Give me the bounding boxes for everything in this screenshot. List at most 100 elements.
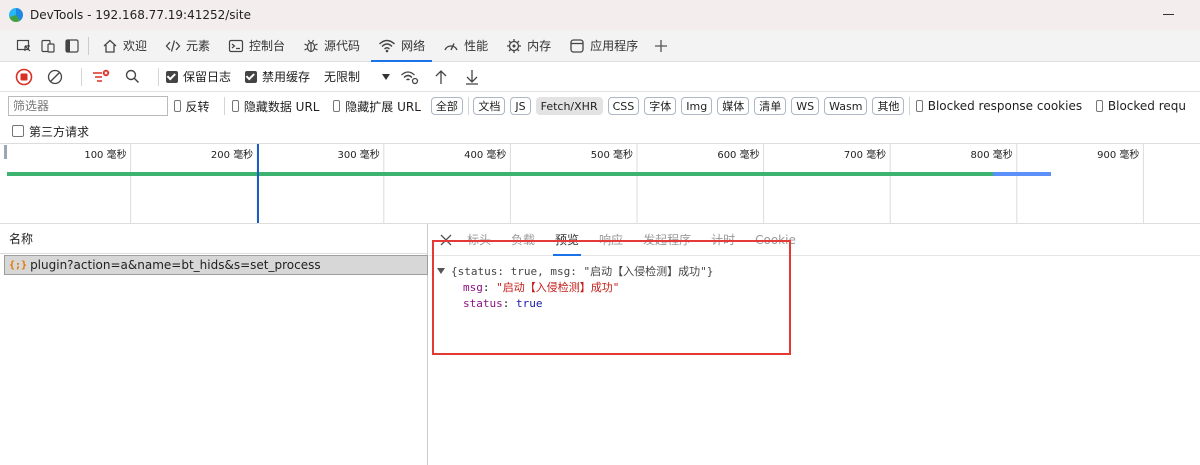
tab-label: 应用程序 (590, 39, 639, 53)
third-party-row: 第三方请求 (12, 122, 103, 140)
overview-waiting-bar (7, 172, 993, 176)
search-icon (125, 69, 139, 84)
xhr-icon: {;} (9, 259, 28, 271)
network-conditions-button[interactable] (398, 65, 422, 89)
request-list-panel: 名称 {;} plugin?action=a&name=bt_hids&s=se… (0, 224, 428, 465)
blocked-cookies-label: Blocked response cookies (927, 99, 1083, 113)
overview-tick-label: 600 毫秒 (717, 148, 759, 161)
tab-application[interactable]: 应用程序 (560, 30, 647, 62)
invert-label: 反转 (185, 99, 210, 114)
blocked-cookies-checkbox[interactable] (915, 100, 923, 112)
name-column-header[interactable]: 名称 (0, 224, 427, 254)
clear-button[interactable] (43, 65, 67, 89)
toolbar-separator (81, 67, 82, 86)
minimize-icon[interactable] (1163, 14, 1174, 15)
type-chip-ws[interactable]: WS (791, 97, 820, 115)
overview-tick-label: 900 毫秒 (1097, 148, 1139, 161)
type-chip-all[interactable]: 全部 (430, 97, 463, 115)
import-har-button[interactable] (429, 65, 453, 89)
preserve-log-checkbox[interactable] (166, 70, 178, 83)
chevron-down-icon (382, 73, 391, 80)
overview-tick-label: 100 毫秒 (84, 148, 126, 161)
application-icon (570, 38, 584, 53)
sidebar-toggle-icon[interactable] (60, 34, 84, 58)
tab-welcome[interactable]: 欢迎 (93, 30, 156, 62)
overview-left-handle (4, 145, 7, 159)
upload-icon (435, 69, 447, 84)
tab-label: 内存 (527, 39, 552, 53)
stop-recording-button[interactable] (12, 65, 36, 89)
search-button[interactable] (120, 65, 144, 89)
tab-label: 性能 (464, 39, 489, 53)
type-chip-font[interactable]: 字体 (644, 97, 677, 115)
tab-memory[interactable]: 内存 (497, 30, 560, 62)
timeline-overview[interactable]: 100 毫秒 200 毫秒 300 毫秒 400 毫秒 500 毫秒 600 毫秒 700 … (0, 143, 1200, 224)
tab-elements[interactable]: 元素 (156, 30, 219, 62)
network-toolbar: 保留日志 禁用缓存 无限制 (0, 62, 1200, 92)
device-emulation-icon[interactable] (36, 34, 60, 58)
panel-tab-bar: 欢迎 元素 控制台 源代码 网络 性能 内存 应用程序 (0, 30, 1200, 62)
throttling-select[interactable]: 无限制 (324, 68, 391, 85)
hide-extension-urls-label: 隐藏扩展 URL (345, 99, 421, 114)
type-chip-js[interactable]: JS (510, 97, 531, 115)
hide-extension-urls-checkbox[interactable] (333, 100, 341, 112)
type-chip-img[interactable]: Img (681, 97, 713, 115)
title-bar: DevTools - 192.168.77.19:41252/site (0, 0, 1200, 30)
third-party-label: 第三方请求 (29, 124, 90, 139)
filter-icon (93, 69, 110, 82)
invert-checkbox[interactable] (173, 100, 181, 112)
overview-tick-label: 500 毫秒 (591, 148, 633, 161)
export-har-button[interactable] (460, 65, 484, 89)
preserve-log-label: 保留日志 (183, 70, 232, 84)
timeline-overview-svg: 100 毫秒 200 毫秒 300 毫秒 400 毫秒 500 毫秒 600 毫秒 700 … (4, 144, 1144, 223)
tab-sources[interactable]: 源代码 (294, 30, 369, 62)
edge-devtools-icon (9, 8, 23, 22)
third-party-checkbox[interactable] (12, 125, 24, 137)
filter-input[interactable] (8, 96, 168, 116)
tab-label: 欢迎 (123, 39, 148, 53)
record-stop-icon (15, 68, 33, 85)
type-chip-wasm[interactable]: Wasm (824, 97, 868, 115)
clear-icon (47, 69, 63, 84)
type-chip-css[interactable]: CSS (607, 97, 640, 115)
tab-label: 元素 (186, 39, 211, 53)
type-chip-fetch-xhr[interactable]: Fetch/XHR (535, 97, 603, 115)
overview-tick-label: 700 毫秒 (844, 148, 886, 161)
hide-data-urls-label: 隐藏数据 URL (243, 99, 320, 114)
overview-download-bar (993, 172, 1051, 176)
download-icon (466, 69, 479, 85)
overview-tick-label: 800 毫秒 (971, 148, 1013, 161)
throttling-value: 无限制 (324, 70, 361, 84)
overview-tick-label: 300 毫秒 (338, 148, 380, 161)
performance-icon (444, 42, 458, 50)
highlight-annotation-box (432, 240, 791, 355)
type-chip-media[interactable]: 媒体 (717, 97, 750, 115)
filter-toggle-button[interactable] (89, 65, 113, 89)
wifi-icon (379, 39, 396, 52)
tab-performance[interactable]: 性能 (434, 30, 497, 62)
inspect-element-icon[interactable] (12, 34, 36, 58)
disable-cache-checkbox[interactable] (245, 70, 258, 83)
tab-console[interactable]: 控制台 (219, 30, 294, 62)
add-tab-icon[interactable] (649, 34, 673, 58)
wifi-settings-icon (401, 70, 419, 84)
tab-label: 源代码 (324, 39, 361, 53)
tab-separator (88, 36, 89, 55)
disable-cache-label: 禁用缓存 (262, 70, 311, 84)
bug-icon (304, 39, 318, 52)
request-row[interactable]: {;} plugin?action=a&name=bt_hids&s=set_p… (4, 255, 428, 275)
blocked-requests-checkbox[interactable] (1096, 100, 1103, 112)
tab-network[interactable]: 网络 (369, 30, 434, 62)
code-icon (165, 39, 181, 52)
blocked-requests-label: Blocked requ (1107, 99, 1186, 113)
overview-tick-label: 200 毫秒 (211, 148, 253, 161)
memory-icon (507, 38, 522, 53)
console-icon (228, 39, 244, 52)
filter-bar: 反转 隐藏数据 URL 隐藏扩展 URL 全部 文档 JS Fetch/XHR … (0, 92, 1200, 120)
type-chip-other[interactable]: 其他 (872, 97, 905, 115)
type-chip-doc[interactable]: 文档 (473, 97, 506, 115)
hide-data-urls-checkbox[interactable] (232, 100, 239, 112)
name-column-label: 名称 (9, 232, 34, 246)
home-icon (103, 39, 117, 53)
type-chip-manifest[interactable]: 清单 (754, 97, 787, 115)
